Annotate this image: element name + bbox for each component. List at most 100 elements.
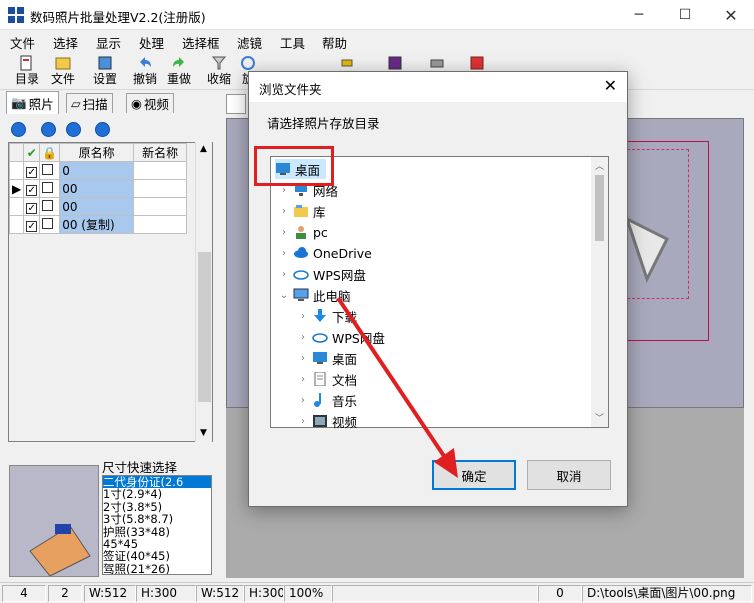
table-row[interactable]: ▶ ✓ 00 [8, 179, 187, 198]
chevron-right-icon[interactable]: › [298, 311, 308, 322]
folder-icon [20, 55, 32, 71]
status-zero: 0 [538, 585, 582, 602]
checkbox[interactable]: ✓ [26, 220, 38, 232]
menu-select[interactable]: 选择 [53, 33, 78, 52]
tab-photo[interactable]: 📷 照片 [6, 91, 59, 114]
chevron-right-icon[interactable]: › [279, 206, 289, 217]
scroll-up-icon[interactable]: ▲ [200, 144, 207, 154]
new-name-cell[interactable] [133, 179, 187, 198]
lock-checkbox[interactable] [42, 181, 54, 193]
list-item[interactable]: 驾照(21*26) [103, 562, 211, 574]
menu-process[interactable]: 处理 [139, 33, 164, 52]
chevron-right-icon[interactable]: › [298, 374, 308, 385]
tab-scan[interactable]: ▱ 扫描 [66, 93, 113, 113]
file-button[interactable]: 文件 [46, 54, 80, 88]
rotate-icon [241, 56, 255, 70]
tab-photo-label: 照片 [28, 96, 54, 112]
annotation-arrow-icon [336, 296, 458, 478]
music-icon [314, 393, 321, 407]
tree-scrollbar[interactable]: ︿ ﹀ [591, 157, 608, 427]
scroll-down-icon[interactable]: ▼ [200, 428, 207, 438]
original-name-header: 原名称 [59, 143, 135, 162]
tree-node-user[interactable]: › pc [279, 222, 328, 242]
status-path: D:\tools\桌面\图片\00.png [582, 585, 752, 602]
window-title: 数码照片批量处理V2.2(注册版) [30, 10, 206, 25]
chevron-right-icon[interactable]: › [298, 353, 308, 364]
row-indicator-header [8, 143, 25, 162]
redo-button[interactable]: 重做 [162, 54, 196, 88]
tab-video[interactable]: ◉ 视频 [126, 93, 174, 113]
tab-scan-label: 扫描 [82, 97, 108, 112]
directory-button[interactable]: 目录 [10, 54, 44, 88]
chevron-right-icon[interactable]: › [279, 227, 289, 238]
lock-checkbox[interactable] [42, 199, 54, 211]
table-row[interactable]: ✓ 0 [8, 161, 187, 180]
new-name-cell[interactable] [133, 215, 187, 234]
menu-help[interactable]: 帮助 [322, 33, 347, 52]
chevron-right-icon[interactable]: › [279, 269, 289, 280]
funnel-icon [211, 56, 227, 70]
list-item[interactable]: 1寸(2.9*4) [103, 488, 211, 501]
app-icon [8, 7, 24, 23]
title-bar: 数码照片批量处理V2.2(注册版) ─ ☐ ✕ [0, 0, 754, 30]
list-item[interactable]: 签证(40*45) [103, 550, 211, 563]
shrink-button[interactable]: 收缩 [202, 54, 236, 88]
checkbox[interactable]: ✓ [26, 166, 38, 178]
printer-icon [430, 59, 444, 68]
scroll-up-icon[interactable]: ︿ [595, 159, 604, 172]
settings-button[interactable]: 设置 [88, 54, 122, 88]
directory-label: 目录 [14, 72, 39, 86]
undo-button[interactable]: 撤销 [128, 54, 162, 88]
chevron-right-icon[interactable]: › [279, 248, 289, 259]
scroll-thumb[interactable] [198, 252, 211, 402]
menu-selection-box[interactable]: 选择框 [182, 33, 220, 52]
document-icon [314, 372, 326, 386]
table-row[interactable]: ✓ 00 [8, 197, 187, 216]
redo-label: 重做 [166, 72, 191, 86]
status-width-2: W:512 [196, 585, 244, 602]
menu-tools[interactable]: 工具 [280, 33, 305, 52]
checkbox[interactable]: ✓ [26, 184, 38, 196]
lock-checkbox[interactable] [42, 163, 54, 175]
video-icon [313, 415, 327, 427]
chevron-right-icon[interactable]: › [298, 332, 308, 343]
tab-video-label: 视频 [143, 97, 169, 112]
chevron-right-icon[interactable]: › [298, 395, 308, 406]
image-tab-icon[interactable] [226, 94, 246, 114]
previous-icon[interactable] [41, 122, 56, 137]
new-name-cell[interactable] [133, 197, 187, 216]
menu-view[interactable]: 显示 [96, 33, 121, 52]
lock-checkbox[interactable] [42, 217, 54, 229]
cancel-button[interactable]: 取消 [527, 460, 611, 490]
list-item[interactable]: 3寸(5.8*8.7) [103, 513, 211, 526]
tree-node-wps[interactable]: › WPS网盘 [279, 264, 366, 284]
checkbox[interactable]: ✓ [26, 202, 38, 214]
minimize-button[interactable]: ─ [616, 0, 662, 30]
status-count: 4 [2, 585, 46, 602]
size-list[interactable]: 二代身份证(2.6 1寸(2.9*4) 2寸(3.8*5) 3寸(5.8*8.7… [102, 475, 212, 575]
shrink-label: 收缩 [206, 72, 231, 86]
tree-node-onedrive[interactable]: › OneDrive [279, 243, 372, 263]
next-icon[interactable] [66, 122, 81, 137]
lock-header: 🔒 [39, 143, 61, 162]
desktop-icon [313, 352, 327, 364]
desktop-highlight-box [254, 146, 334, 186]
dialog-close-icon[interactable]: ✕ [604, 76, 617, 95]
menu-file[interactable]: 文件 [10, 33, 35, 52]
chevron-down-icon[interactable]: ⌄ [279, 290, 289, 301]
new-name-cell[interactable] [133, 161, 187, 180]
chevron-right-icon[interactable]: › [298, 416, 308, 427]
close-button[interactable]: ✕ [708, 0, 754, 30]
thumbnail-preview [9, 465, 99, 577]
first-icon[interactable] [11, 122, 26, 137]
menu-filter[interactable]: 滤镜 [237, 33, 262, 52]
maximize-button[interactable]: ☐ [662, 0, 708, 30]
chevron-right-icon[interactable]: › [279, 185, 289, 196]
tree-node-library[interactable]: › 库 [279, 201, 326, 221]
scroll-down-icon[interactable]: ﹀ [595, 411, 604, 424]
grid-scrollbar[interactable]: ▲ ▼ [195, 142, 212, 442]
scroll-thumb[interactable] [595, 175, 604, 241]
last-icon[interactable] [95, 122, 110, 137]
table-row[interactable]: ✓ 00 (复制) [8, 215, 187, 234]
status-width: W:512 [84, 585, 136, 602]
